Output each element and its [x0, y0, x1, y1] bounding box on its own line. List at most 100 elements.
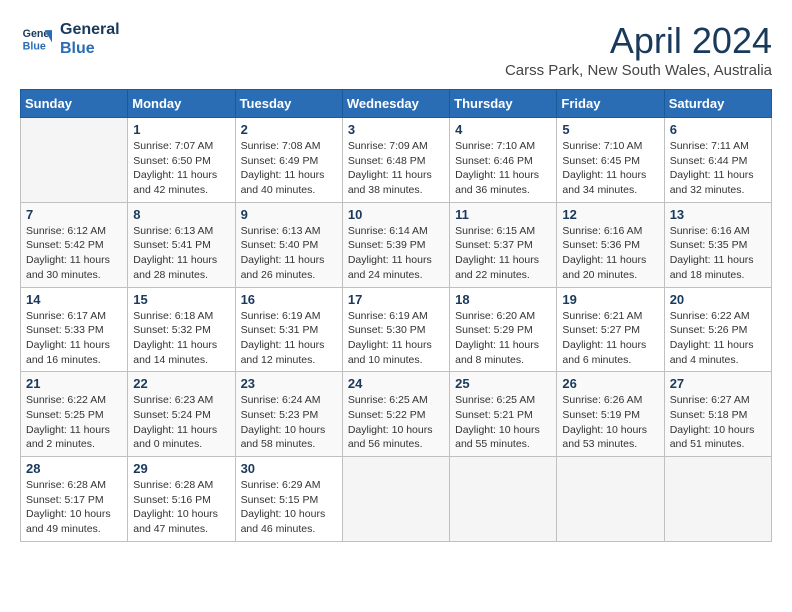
column-header-thursday: Thursday — [450, 90, 557, 118]
day-detail: Sunrise: 6:22 AMSunset: 5:25 PMDaylight:… — [26, 393, 122, 452]
calendar-cell: 22 Sunrise: 6:23 AMSunset: 5:24 PMDayligh… — [128, 372, 235, 457]
calendar-cell — [450, 457, 557, 542]
calendar-cell: 24Sunrise: 6:25 AMSunset: 5:22 PMDayligh… — [342, 372, 449, 457]
day-detail: Sunrise: 6:16 AMSunset: 5:36 PMDaylight:… — [562, 224, 658, 283]
calendar-cell: 27Sunrise: 6:27 AMSunset: 5:18 PMDayligh… — [664, 372, 771, 457]
day-detail: Sunrise: 6:25 AMSunset: 5:21 PMDaylight:… — [455, 393, 551, 452]
day-number: 4 — [455, 122, 551, 137]
day-detail: Sunrise: 6:13 AMSunset: 5:40 PMDaylight:… — [241, 224, 337, 283]
calendar-cell — [557, 457, 664, 542]
day-number: 22 — [133, 376, 229, 391]
day-number: 15 — [133, 292, 229, 307]
svg-text:Blue: Blue — [23, 41, 46, 53]
day-detail: Sunrise: 6:29 AMSunset: 5:15 PMDaylight:… — [241, 478, 337, 537]
column-header-saturday: Saturday — [664, 90, 771, 118]
day-detail: Sunrise: 6:18 AMSunset: 5:32 PMDaylight:… — [133, 309, 229, 368]
calendar-cell: 3 Sunrise: 7:09 AMSunset: 6:48 PMDaylight… — [342, 118, 449, 203]
location-subtitle: Carss Park, New South Wales, Australia — [505, 62, 772, 79]
day-detail: Sunrise: 6:12 AMSunset: 5:42 PMDaylight:… — [26, 224, 122, 283]
day-detail: Sunrise: 7:10 AMSunset: 6:46 PMDaylight:… — [455, 139, 551, 198]
day-detail: Sunrise: 7:08 AMSunset: 6:49 PMDaylight:… — [241, 139, 337, 198]
calendar-cell: 26 Sunrise: 6:26 AMSunset: 5:19 PMDayligh… — [557, 372, 664, 457]
day-number: 19 — [562, 292, 658, 307]
day-detail: Sunrise: 6:25 AMSunset: 5:22 PMDaylight:… — [348, 393, 444, 452]
day-number: 30 — [241, 461, 337, 476]
calendar-cell — [342, 457, 449, 542]
calendar-cell: 21 Sunrise: 6:22 AMSunset: 5:25 PMDayligh… — [21, 372, 128, 457]
day-detail: Sunrise: 6:26 AMSunset: 5:19 PMDaylight:… — [562, 393, 658, 452]
calendar-cell: 10Sunrise: 6:14 AMSunset: 5:39 PMDayligh… — [342, 202, 449, 287]
calendar-cell: 19Sunrise: 6:21 AMSunset: 5:27 PMDayligh… — [557, 287, 664, 372]
day-number: 25 — [455, 376, 551, 391]
day-number: 23 — [241, 376, 337, 391]
calendar-table: SundayMondayTuesdayWednesdayThursdayFrid… — [20, 89, 772, 542]
calendar-cell: 29 Sunrise: 6:28 AMSunset: 5:16 PMDayligh… — [128, 457, 235, 542]
calendar-week-2: 7Sunrise: 6:12 AMSunset: 5:42 PMDaylight… — [21, 202, 772, 287]
calendar-cell: 28Sunrise: 6:28 AMSunset: 5:17 PMDayligh… — [21, 457, 128, 542]
day-number: 26 — [562, 376, 658, 391]
day-number: 3 — [348, 122, 444, 137]
day-number: 20 — [670, 292, 766, 307]
logo: General Blue General Blue — [20, 20, 120, 58]
day-detail: Sunrise: 6:13 AMSunset: 5:41 PMDaylight:… — [133, 224, 229, 283]
day-number: 14 — [26, 292, 122, 307]
calendar-cell: 6 Sunrise: 7:11 AMSunset: 6:44 PMDaylight… — [664, 118, 771, 203]
day-number: 8 — [133, 207, 229, 222]
day-number: 5 — [562, 122, 658, 137]
calendar-cell: 4 Sunrise: 7:10 AMSunset: 6:46 PMDaylight… — [450, 118, 557, 203]
calendar-cell: 16Sunrise: 6:19 AMSunset: 5:31 PMDayligh… — [235, 287, 342, 372]
calendar-cell: 17Sunrise: 6:19 AMSunset: 5:30 PMDayligh… — [342, 287, 449, 372]
column-header-sunday: Sunday — [21, 90, 128, 118]
day-number: 17 — [348, 292, 444, 307]
logo-text: General Blue — [60, 20, 120, 58]
day-detail: Sunrise: 6:23 AMSunset: 5:24 PMDaylight:… — [133, 393, 229, 452]
page-header: General Blue General Blue April 2024 Car… — [20, 20, 772, 79]
calendar-cell: 9 Sunrise: 6:13 AMSunset: 5:40 PMDaylight… — [235, 202, 342, 287]
calendar-cell: 2 Sunrise: 7:08 AMSunset: 6:49 PMDaylight… — [235, 118, 342, 203]
calendar-cell: 30 Sunrise: 6:29 AMSunset: 5:15 PMDayligh… — [235, 457, 342, 542]
logo-icon: General Blue — [20, 23, 52, 55]
calendar-cell: 13 Sunrise: 6:16 AMSunset: 5:35 PMDayligh… — [664, 202, 771, 287]
calendar-cell: 20 Sunrise: 6:22 AMSunset: 5:26 PMDayligh… — [664, 287, 771, 372]
column-header-wednesday: Wednesday — [342, 90, 449, 118]
calendar-cell: 12Sunrise: 6:16 AMSunset: 5:36 PMDayligh… — [557, 202, 664, 287]
calendar-cell: 23Sunrise: 6:24 AMSunset: 5:23 PMDayligh… — [235, 372, 342, 457]
calendar-cell: 8 Sunrise: 6:13 AMSunset: 5:41 PMDaylight… — [128, 202, 235, 287]
day-number: 6 — [670, 122, 766, 137]
day-detail: Sunrise: 6:19 AMSunset: 5:31 PMDaylight:… — [241, 309, 337, 368]
calendar-cell: 15 Sunrise: 6:18 AMSunset: 5:32 PMDayligh… — [128, 287, 235, 372]
calendar-cell: 11Sunrise: 6:15 AMSunset: 5:37 PMDayligh… — [450, 202, 557, 287]
day-number: 1 — [133, 122, 229, 137]
day-number: 21 — [26, 376, 122, 391]
day-detail: Sunrise: 7:11 AMSunset: 6:44 PMDaylight:… — [670, 139, 766, 198]
day-number: 10 — [348, 207, 444, 222]
month-title: April 2024 — [505, 20, 772, 62]
day-number: 18 — [455, 292, 551, 307]
day-number: 2 — [241, 122, 337, 137]
day-detail: Sunrise: 7:07 AMSunset: 6:50 PMDaylight:… — [133, 139, 229, 198]
calendar-cell: 5Sunrise: 7:10 AMSunset: 6:45 PMDaylight… — [557, 118, 664, 203]
column-header-friday: Friday — [557, 90, 664, 118]
day-number: 13 — [670, 207, 766, 222]
column-header-tuesday: Tuesday — [235, 90, 342, 118]
calendar-cell: 18 Sunrise: 6:20 AMSunset: 5:29 PMDayligh… — [450, 287, 557, 372]
day-detail: Sunrise: 6:28 AMSunset: 5:16 PMDaylight:… — [133, 478, 229, 537]
day-detail: Sunrise: 6:20 AMSunset: 5:29 PMDaylight:… — [455, 309, 551, 368]
calendar-cell: 7Sunrise: 6:12 AMSunset: 5:42 PMDaylight… — [21, 202, 128, 287]
day-detail: Sunrise: 7:09 AMSunset: 6:48 PMDaylight:… — [348, 139, 444, 198]
calendar-cell — [664, 457, 771, 542]
day-number: 11 — [455, 207, 551, 222]
day-number: 29 — [133, 461, 229, 476]
day-detail: Sunrise: 6:16 AMSunset: 5:35 PMDaylight:… — [670, 224, 766, 283]
calendar-week-4: 21 Sunrise: 6:22 AMSunset: 5:25 PMDayligh… — [21, 372, 772, 457]
calendar-header-row: SundayMondayTuesdayWednesdayThursdayFrid… — [21, 90, 772, 118]
calendar-cell — [21, 118, 128, 203]
day-number: 9 — [241, 207, 337, 222]
calendar-week-5: 28Sunrise: 6:28 AMSunset: 5:17 PMDayligh… — [21, 457, 772, 542]
calendar-week-3: 14 Sunrise: 6:17 AMSunset: 5:33 PMDayligh… — [21, 287, 772, 372]
day-number: 28 — [26, 461, 122, 476]
calendar-cell: 25 Sunrise: 6:25 AMSunset: 5:21 PMDayligh… — [450, 372, 557, 457]
day-detail: Sunrise: 6:22 AMSunset: 5:26 PMDaylight:… — [670, 309, 766, 368]
day-detail: Sunrise: 6:17 AMSunset: 5:33 PMDaylight:… — [26, 309, 122, 368]
column-header-monday: Monday — [128, 90, 235, 118]
